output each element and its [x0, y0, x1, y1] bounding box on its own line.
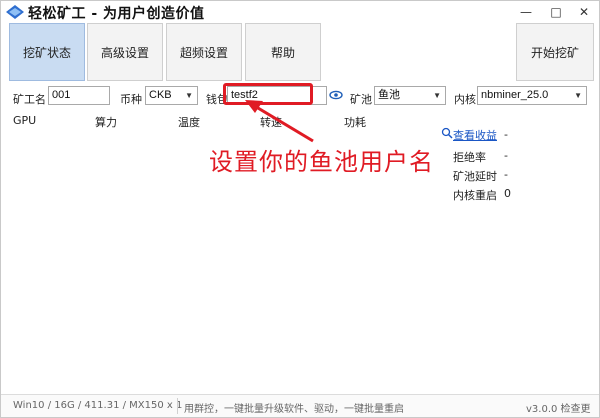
reject-rate-label: 拒绝率 [453, 151, 486, 164]
tab-mining-status-label: 挖矿状态 [22, 45, 71, 60]
kernel-restart-label: 内核重启 [453, 189, 497, 202]
tab-mining-status[interactable]: 挖矿状态 [9, 23, 85, 81]
pool-select[interactable]: 鱼池 ▼ [374, 86, 446, 105]
minimize-button[interactable]: — [511, 1, 541, 23]
tab-overclock-settings[interactable]: 超频设置 [166, 23, 242, 81]
chevron-down-icon: ▼ [185, 91, 193, 100]
title-bar: 轻松矿工 - 为用户创造价值 — □ ✕ [1, 1, 599, 23]
pool-label: 矿池 [350, 93, 372, 106]
miner-name-label: 矿工名 [13, 93, 46, 106]
annotation-text: 设置你的鱼池用户名 [209, 148, 434, 176]
kernel-label: 内核 [454, 93, 476, 106]
kernel-restart-value: 0 [504, 187, 511, 200]
kernel-select-value: nbminer_25.0 [481, 89, 549, 101]
start-mining-button[interactable]: 开始挖矿 [516, 23, 594, 81]
pool-latency-label: 矿池延时 [453, 170, 497, 183]
window-title: 轻松矿工 - 为用户创造价值 [28, 6, 205, 22]
eye-icon[interactable] [329, 89, 343, 101]
column-header-gpu: GPU [13, 114, 37, 127]
chevron-down-icon: ▼ [574, 91, 582, 100]
view-earnings-link[interactable]: 查看收益 [453, 127, 497, 143]
tab-advanced-settings[interactable]: 高级设置 [87, 23, 163, 81]
reject-rate-value: - [504, 149, 508, 162]
app-window: 轻松矿工 - 为用户创造价值 — □ ✕ 挖矿状态 高级设置 超频设置 帮助 开… [0, 0, 600, 418]
tab-help-label: 帮助 [270, 45, 295, 60]
coin-label: 币种 [120, 93, 142, 106]
pool-latency-value: - [504, 168, 508, 181]
column-header-fan-speed: 转速 [260, 116, 282, 129]
close-button[interactable]: ✕ [569, 1, 599, 23]
maximize-button[interactable]: □ [541, 1, 571, 23]
tab-overclock-settings-label: 超频设置 [179, 45, 228, 60]
pool-select-value: 鱼池 [378, 89, 400, 101]
start-mining-label: 开始挖矿 [530, 45, 579, 60]
annotation-highlight-box [223, 83, 313, 105]
status-divider [177, 398, 178, 414]
chevron-down-icon: ▼ [433, 91, 441, 100]
miner-name-input[interactable]: 001 [48, 86, 110, 105]
app-logo-icon [6, 5, 24, 19]
kernel-select[interactable]: nbminer_25.0 ▼ [477, 86, 587, 105]
group-control-promo-link[interactable]: 用群控，一键批量升级软件、驱动，一键批量重启 [184, 400, 404, 415]
search-icon [441, 127, 453, 139]
column-header-power: 功耗 [344, 116, 366, 129]
status-bar: Win10 / 16G / 411.31 / MX150 x 1 用群控，一键批… [1, 394, 599, 417]
system-info: Win10 / 16G / 411.31 / MX150 x 1 [13, 400, 183, 411]
coin-select-value: CKB [149, 89, 172, 101]
tab-help[interactable]: 帮助 [245, 23, 321, 81]
column-header-hashrate: 算力 [95, 116, 117, 129]
view-earnings-value: - [504, 128, 508, 141]
check-update-link[interactable]: v3.0.0 检查更新 [526, 400, 599, 418]
coin-select[interactable]: CKB ▼ [145, 86, 198, 105]
tab-advanced-settings-label: 高级设置 [100, 45, 149, 60]
column-header-temperature: 温度 [178, 116, 200, 129]
